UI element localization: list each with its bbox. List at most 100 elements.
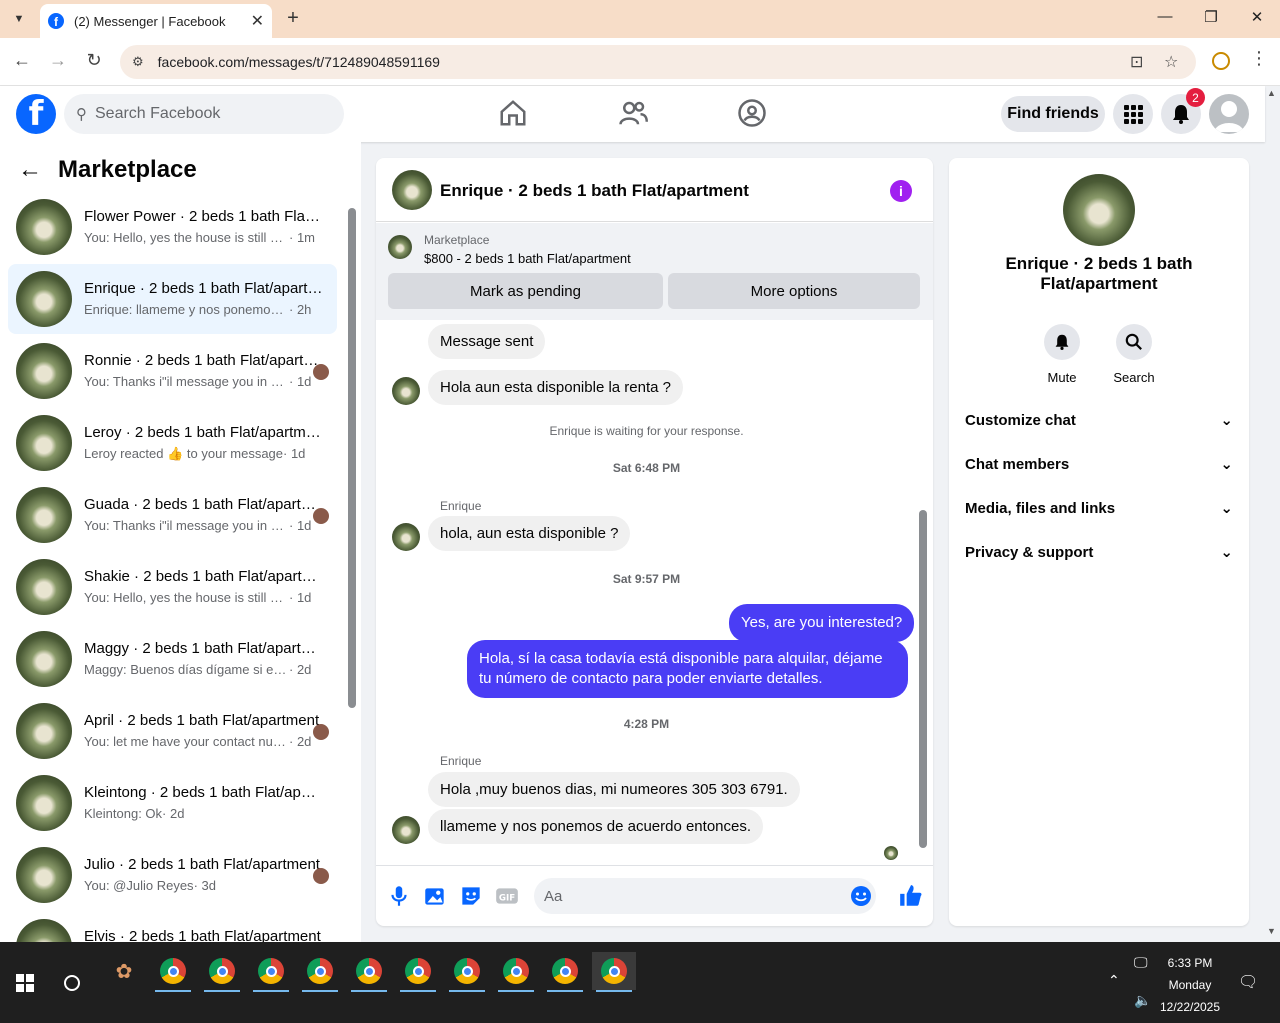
media-files-links-section[interactable]: Media, files and links ⌄ [965,493,1233,523]
privacy-support-section[interactable]: Privacy & support ⌄ [965,537,1233,567]
site-info-icon[interactable]: ⚙ [132,54,144,70]
clock-date: 12/22/2025 [1159,1000,1221,1014]
back-arrow-icon[interactable]: ← [18,156,42,184]
browser-profile-icon[interactable] [1212,52,1230,70]
tab-search-dropdown-icon[interactable]: ▼ [6,7,32,31]
menu-grid-button[interactable] [1113,94,1153,134]
more-options-button[interactable]: More options [668,273,920,309]
chat-members-section[interactable]: Chat members ⌄ [965,449,1233,479]
chrome-taskbar-icon[interactable] [200,952,244,992]
preview-text: You: Hello, yes the house is still avail… [84,590,289,605]
search-conversation-button[interactable]: Search [1104,324,1164,385]
conversation-item[interactable]: Shakie · 2 beds 1 bath Flat/apartment You… [8,552,337,622]
listing-price[interactable]: $800 - 2 beds 1 bath Flat/apartment [424,251,631,266]
url-bar[interactable]: ⚙ facebook.com/messages/t/71248904859116… [120,45,1196,79]
chrome-icon [307,958,333,984]
customize-chat-section[interactable]: Customize chat ⌄ [965,405,1233,435]
chrome-taskbar-icon[interactable] [347,952,391,992]
facebook-search[interactable]: ⚲ [64,94,344,134]
read-receipt-avatar [313,868,329,884]
chat-avatar[interactable] [392,170,432,210]
volume-icon[interactable]: 🔈 [1134,992,1151,1009]
page-scroll-down-icon[interactable]: ▼ [1267,926,1276,936]
conversation-item[interactable]: Kleintong · 2 beds 1 bath Flat/apartment… [8,768,337,838]
account-avatar[interactable] [1209,94,1249,134]
sender-avatar[interactable] [392,377,420,405]
chrome-taskbar-icon[interactable] [445,952,489,992]
conversation-item[interactable]: Ronnie · 2 beds 1 bath Flat/apartment You… [8,336,337,406]
conversation-preview: Kleintong: Ok · 2d [84,806,324,821]
sender-avatar[interactable] [392,523,420,551]
sender-avatar[interactable] [392,816,420,844]
conversation-item[interactable]: April · 2 beds 1 bath Flat/apartment You:… [8,696,337,766]
chat-scrollbar[interactable] [919,510,927,848]
restore-icon[interactable]: ❐ [1196,8,1226,26]
forward-arrow-icon[interactable]: → [46,50,70,71]
browser-menu-icon[interactable]: ⋮ [1250,48,1268,69]
find-friends-button[interactable]: Find friends [1001,96,1105,132]
minimize-icon[interactable]: — [1150,8,1180,25]
thumbs-up-icon[interactable] [898,883,924,909]
tab-close-icon[interactable]: ✕ [251,11,264,31]
cortana-search-icon[interactable] [64,975,80,991]
sticker-icon[interactable] [458,883,484,909]
message-input-wrapper [534,878,876,914]
facebook-logo-icon[interactable]: f [16,94,56,134]
preview-time: · 2d [162,806,185,821]
info-icon[interactable]: i [890,180,912,202]
chrome-taskbar-icon[interactable] [396,952,440,992]
conversation-item[interactable]: Guada · 2 beds 1 bath Flat/apartment You:… [8,480,337,550]
install-app-icon[interactable]: ⊡ [1130,52,1143,72]
chat-title[interactable]: Enrique · 2 beds 1 bath Flat/apartment [440,181,749,201]
new-tab-icon[interactable]: + [282,7,304,30]
tray-chevron-up-icon[interactable]: ⌃ [1108,972,1120,989]
default-avatar-icon [1214,101,1244,132]
groups-icon[interactable] [737,98,767,128]
conversation-item[interactable]: Enrique · 2 beds 1 bath Flat/apartment En… [8,264,337,334]
facebook-search-input[interactable] [95,105,315,123]
chrome-taskbar-icon[interactable] [494,952,538,992]
reload-icon[interactable]: ↻ [82,50,106,71]
page-scroll-up-icon[interactable]: ▲ [1267,88,1276,98]
bookmark-star-icon[interactable]: ☆ [1164,52,1178,72]
conversation-thumbnail [16,343,72,399]
gif-icon[interactable]: GIF [494,883,520,909]
info-avatar[interactable] [1063,174,1135,246]
conversation-item[interactable]: Julio · 2 beds 1 bath Flat/apartment You:… [8,840,337,910]
bell-icon [1173,105,1189,124]
conversation-item[interactable]: Maggy · 2 beds 1 bath Flat/apartment Magg… [8,624,337,694]
action-center-icon[interactable]: 🗨 [1238,972,1258,992]
outgoing-message-bubble: Yes, are you interested? [729,604,915,642]
message-input[interactable] [534,878,834,914]
photo-icon[interactable] [422,883,448,909]
network-icon[interactable]: 🖵 [1134,954,1148,971]
chrome-taskbar-icon[interactable] [592,952,636,992]
chrome-taskbar-icon[interactable] [298,952,342,992]
mute-button[interactable]: Mute [1032,324,1092,385]
conversation-thumbnail [16,703,72,759]
chrome-taskbar-icon[interactable] [249,952,293,992]
windows-start-icon[interactable] [16,974,34,992]
sidebar-scrollbar[interactable] [348,208,356,708]
mark-as-pending-button[interactable]: Mark as pending [388,273,663,309]
conversation-item[interactable]: Leroy · 2 beds 1 bath Flat/apartment Lero… [8,408,337,478]
microphone-icon[interactable] [386,883,412,909]
conversation-item[interactable]: Elvis · 2 beds 1 bath Flat/apartment [8,912,337,942]
conversation-item[interactable]: Flower Power · 2 beds 1 bath Flat/apartm… [8,192,337,262]
section-label: Customize chat [965,411,1076,429]
conversation-thumbnail [16,487,72,543]
system-clock[interactable]: 6:33 PM Monday 12/22/2025 [1150,952,1230,1018]
friends-icon[interactable] [618,98,648,128]
listing-thumbnail[interactable] [388,235,412,259]
preview-text: You: Hello, yes the house is still avail… [84,230,289,245]
back-arrow-icon[interactable]: ← [10,50,34,71]
emoji-icon[interactable] [850,885,872,907]
home-icon[interactable] [498,98,528,128]
chrome-taskbar-icon[interactable] [543,952,587,992]
browser-tab[interactable]: f (2) Messenger | Facebook ✕ [40,4,272,38]
conversation-thumbnail [16,631,72,687]
chrome-taskbar-icon[interactable] [151,952,195,992]
window-close-icon[interactable]: ✕ [1242,8,1272,26]
sidebar-title: Marketplace [58,156,197,183]
taskbar-app-icon[interactable]: ✿ [102,952,146,990]
